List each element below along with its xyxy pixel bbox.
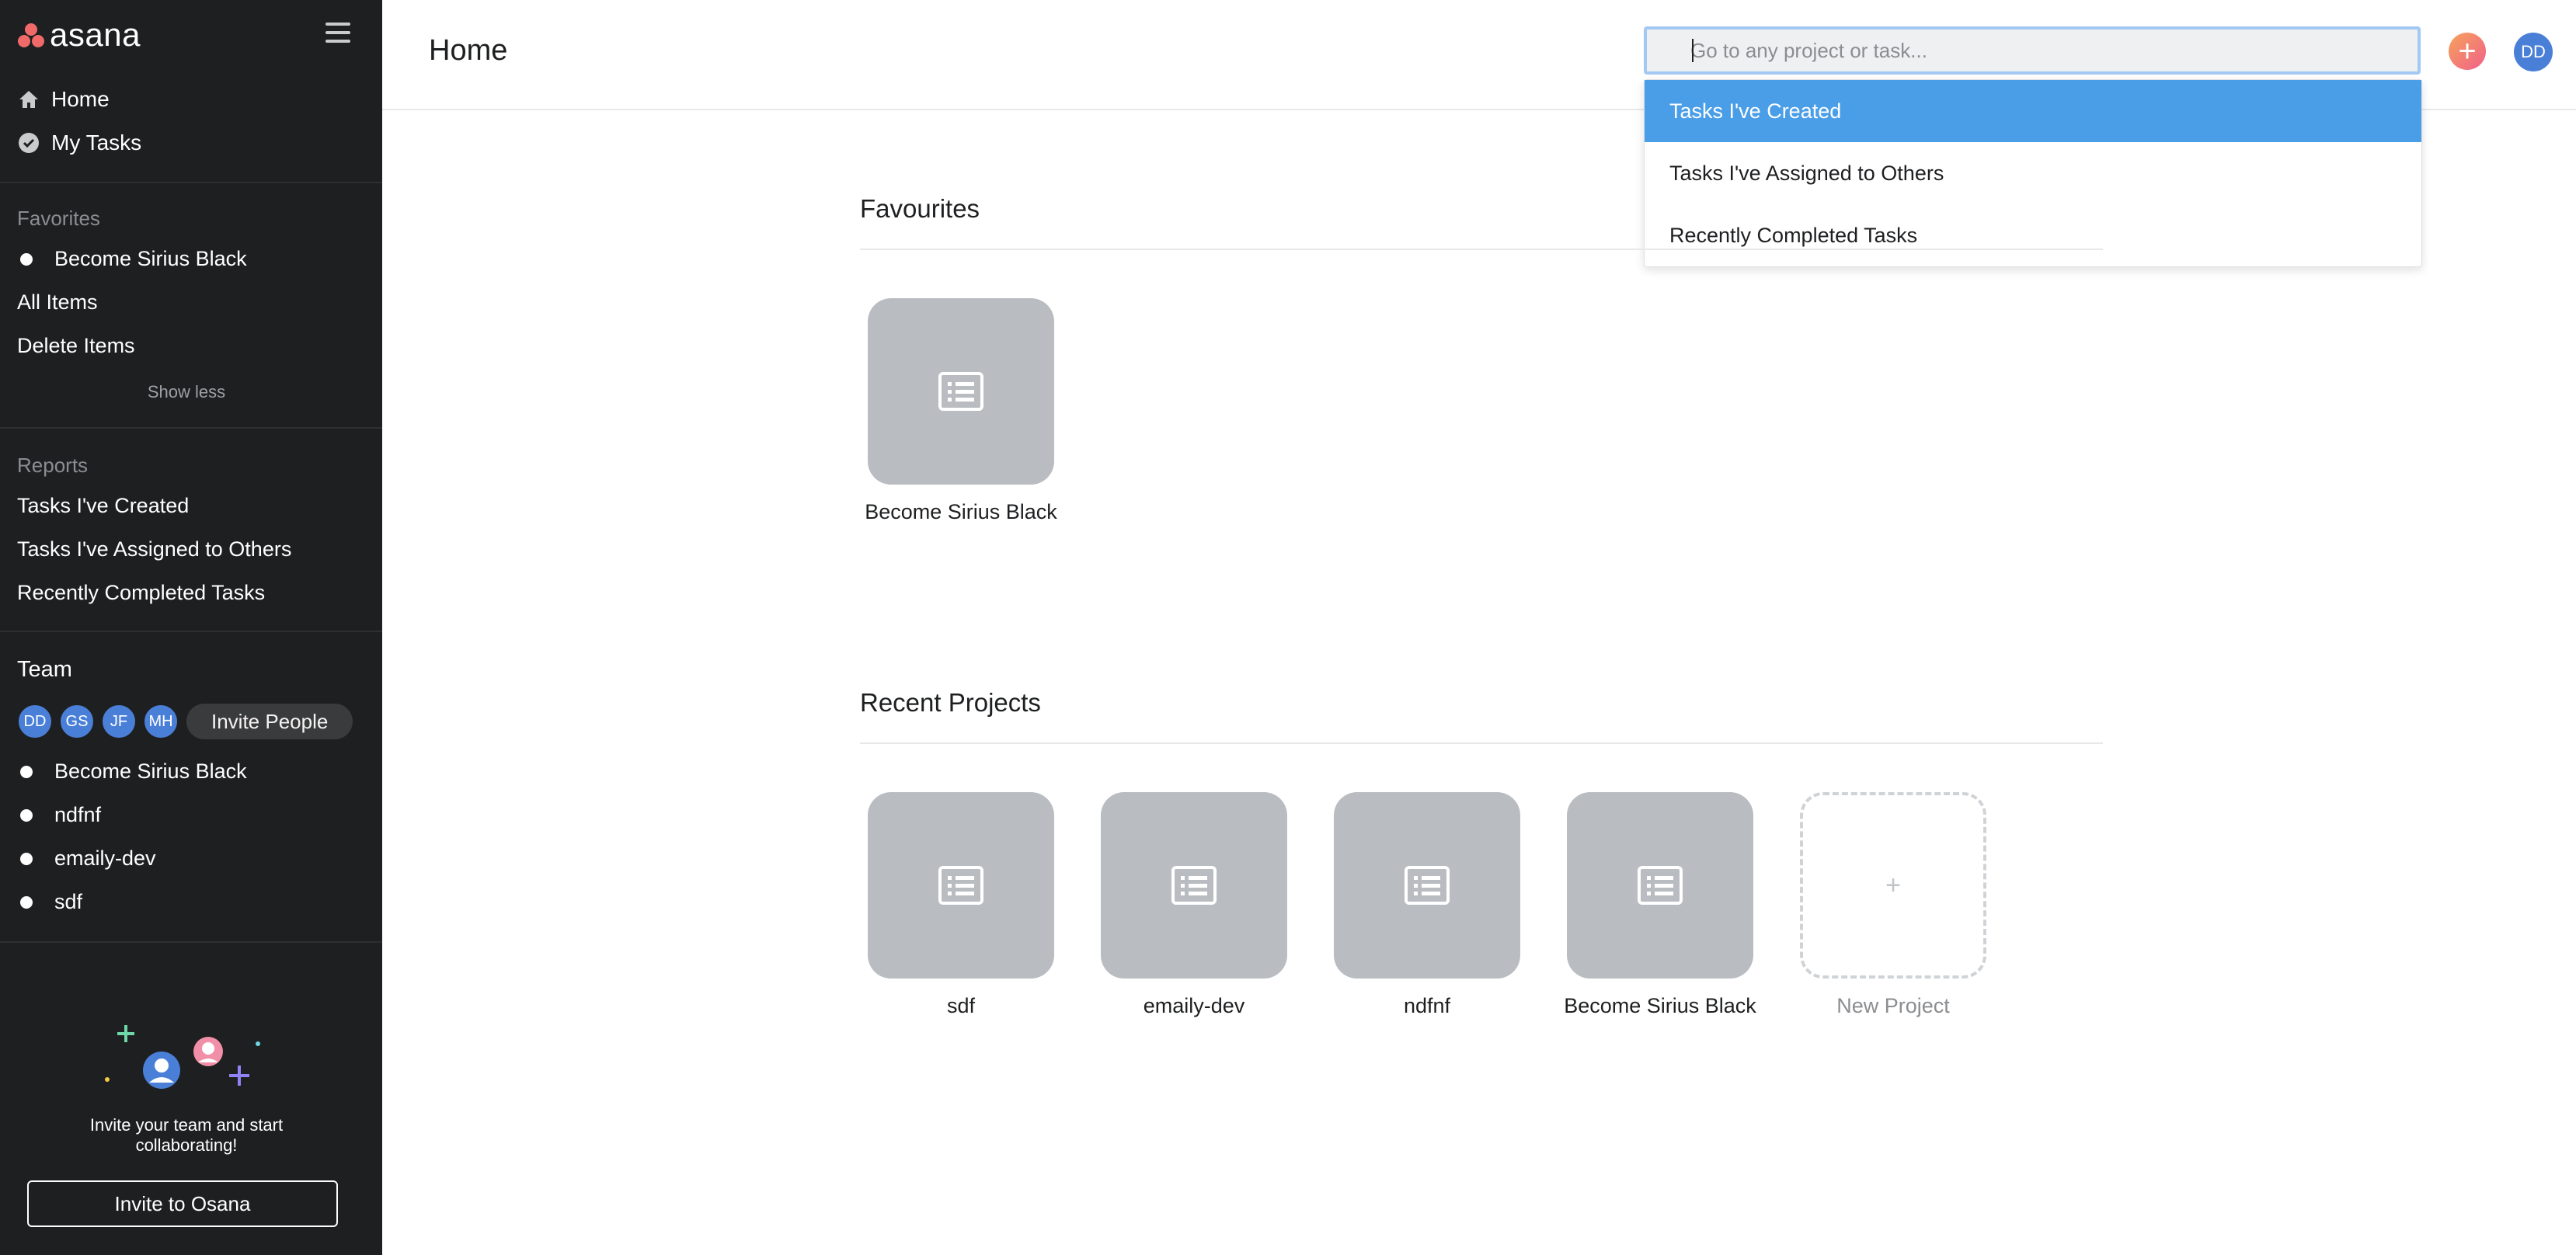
- text-cursor: [1692, 39, 1694, 62]
- project-dot-icon: [20, 765, 33, 778]
- divider: [0, 631, 382, 632]
- reports-label: Reports: [17, 454, 89, 477]
- sidebar-project-item[interactable]: emaily-dev: [17, 847, 156, 871]
- sidebar-item-all-items[interactable]: All Items: [17, 290, 98, 315]
- project-list-icon: [1638, 866, 1683, 905]
- sidebar-report-completed[interactable]: Recently Completed Tasks: [17, 581, 265, 605]
- sidebar-favorite-item[interactable]: Become Sirius Black: [17, 247, 247, 271]
- logo-icon: [17, 22, 45, 48]
- avatar[interactable]: GS: [59, 704, 95, 739]
- divider: [0, 427, 382, 429]
- sidebar-item-label: Become Sirius Black: [54, 247, 247, 270]
- invite-people-button[interactable]: Invite People: [186, 704, 353, 739]
- divider: [860, 742, 2103, 744]
- project-list-icon: [1171, 866, 1217, 905]
- avatar[interactable]: MH: [143, 704, 179, 739]
- quick-add-button[interactable]: +: [2449, 33, 2486, 70]
- project-dot-icon: [20, 852, 33, 865]
- invite-to-osana-button[interactable]: Invite to Osana: [27, 1180, 338, 1227]
- sidebar-item-label: ndfnf: [54, 803, 102, 826]
- project-tile[interactable]: [1567, 792, 1753, 979]
- new-project-tile[interactable]: +: [1800, 792, 1986, 979]
- sidebar-item-delete-items[interactable]: Delete Items: [17, 334, 135, 358]
- project-tile-label[interactable]: Become Sirius Black: [844, 500, 1077, 524]
- dropdown-item-tasks-created[interactable]: Tasks I've Created: [1645, 80, 2421, 142]
- search-box[interactable]: [1644, 26, 2421, 75]
- plus-icon: +: [1885, 870, 1901, 900]
- divider: [860, 249, 2103, 250]
- avatar[interactable]: DD: [17, 704, 53, 739]
- user-avatar[interactable]: DD: [2514, 33, 2553, 71]
- team-members: DD GS JF MH Invite People: [17, 704, 353, 739]
- dropdown-item-tasks-assigned[interactable]: Tasks I've Assigned to Others: [1645, 142, 2421, 204]
- sidebar: asana Home My Tasks Favorites Become Sir…: [0, 0, 382, 1255]
- sidebar-item-my-tasks[interactable]: My Tasks: [17, 127, 141, 158]
- project-dot-icon: [20, 895, 33, 909]
- favourites-title: Favourites: [860, 194, 980, 223]
- project-tile[interactable]: [1101, 792, 1287, 979]
- favorites-label: Favorites: [17, 207, 100, 230]
- divider: [0, 182, 382, 183]
- home-icon: [17, 88, 40, 111]
- menu-toggle-icon[interactable]: [325, 23, 350, 46]
- sidebar-item-label: emaily-dev: [54, 847, 156, 870]
- show-less-link[interactable]: Show less: [0, 382, 373, 402]
- project-list-icon: [1405, 866, 1450, 905]
- project-list-icon: [938, 866, 983, 905]
- check-circle-icon: [17, 131, 40, 155]
- sidebar-item-label: sdf: [54, 890, 83, 913]
- divider: [0, 941, 382, 943]
- project-tile[interactable]: [868, 792, 1054, 979]
- project-tile[interactable]: [868, 298, 1054, 485]
- asana-logo[interactable]: asana: [17, 19, 141, 51]
- sidebar-project-item[interactable]: ndfnf: [17, 803, 101, 827]
- sidebar-project-item[interactable]: sdf: [17, 890, 82, 914]
- search-dropdown: Tasks I've Created Tasks I've Assigned t…: [1644, 79, 2422, 267]
- sidebar-report-assigned[interactable]: Tasks I've Assigned to Others: [17, 537, 291, 561]
- project-tile-label[interactable]: sdf: [844, 994, 1077, 1018]
- sidebar-item-label: My Tasks: [51, 130, 142, 155]
- new-project-label[interactable]: New Project: [1777, 994, 2010, 1018]
- team-label[interactable]: Team: [17, 657, 72, 683]
- logo-text: asana: [50, 16, 141, 53]
- dropdown-item-recently-completed[interactable]: Recently Completed Tasks: [1645, 204, 2421, 266]
- sidebar-item-home[interactable]: Home: [17, 84, 110, 115]
- project-tile-label[interactable]: emaily-dev: [1077, 994, 1311, 1018]
- project-tile-label[interactable]: ndfnf: [1311, 994, 1544, 1018]
- project-list-icon: [938, 372, 983, 411]
- project-tile-label[interactable]: Become Sirius Black: [1544, 994, 1777, 1018]
- sidebar-project-item[interactable]: Become Sirius Black: [17, 760, 247, 784]
- sidebar-item-label: Home: [51, 87, 110, 111]
- avatar[interactable]: JF: [101, 704, 137, 739]
- sidebar-item-label: Become Sirius Black: [54, 760, 247, 783]
- team-illustration-icon: [105, 1025, 260, 1089]
- project-tile[interactable]: [1334, 792, 1520, 979]
- project-dot-icon: [20, 808, 33, 822]
- sidebar-report-created[interactable]: Tasks I've Created: [17, 494, 189, 518]
- search-input[interactable]: [1647, 30, 2418, 71]
- page-title: Home: [429, 34, 508, 67]
- recent-projects-title: Recent Projects: [860, 688, 1041, 717]
- project-dot-icon: [20, 252, 33, 266]
- invite-prompt-text: Invite your team and start collaborating…: [89, 1115, 284, 1155]
